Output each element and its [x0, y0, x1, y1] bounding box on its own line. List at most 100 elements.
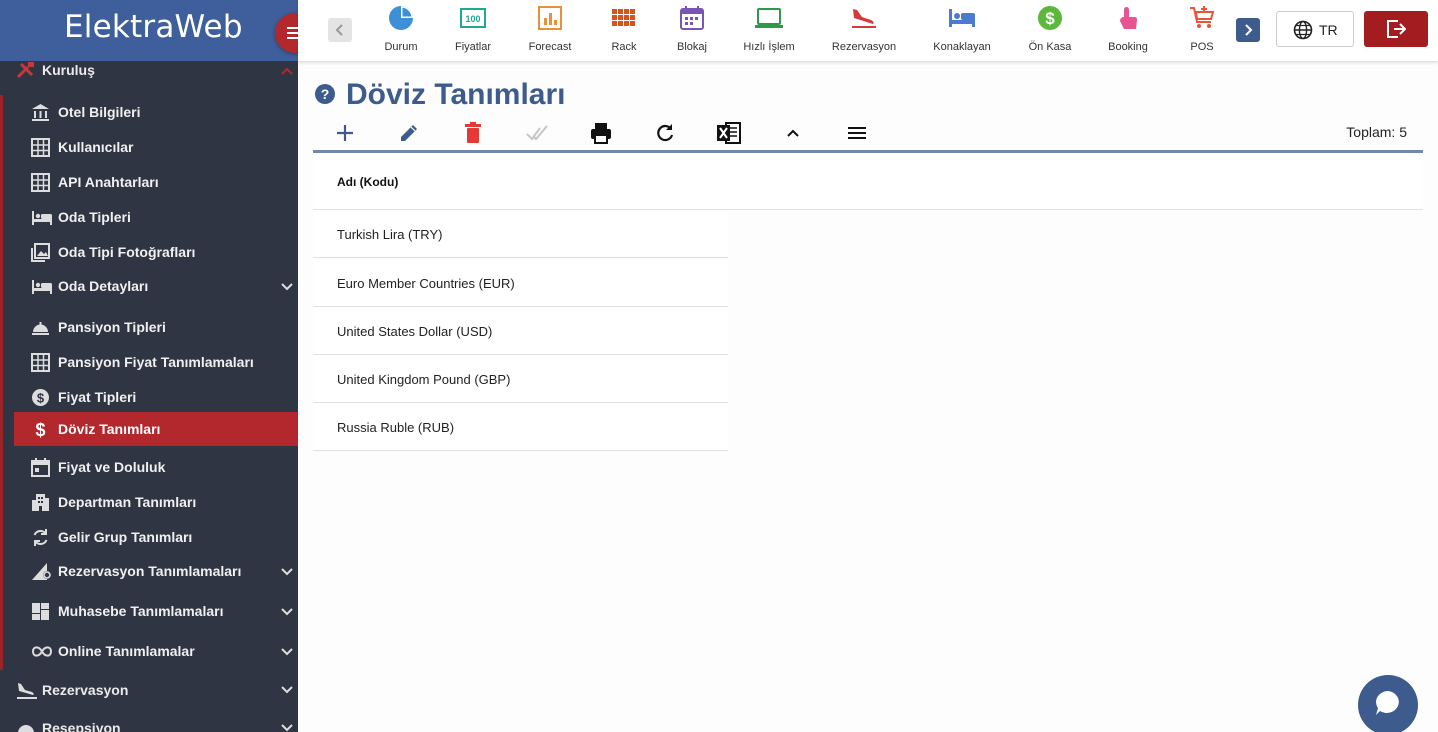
chevron-down-icon: [281, 648, 293, 656]
svg-text:100: 100: [465, 14, 480, 24]
sidebar-submenu-kurulus: Otel Bilgileri Kullanıcılar API Anahtarl…: [0, 95, 298, 670]
chat-button[interactable]: [1358, 675, 1418, 732]
table-row[interactable]: Euro Member Countries (EUR): [313, 259, 728, 307]
price-tag-icon: 100: [460, 8, 486, 28]
language-button[interactable]: TR: [1276, 11, 1354, 47]
table-row[interactable]: Russia Ruble (RUB): [313, 403, 728, 451]
edit-icon[interactable]: [396, 120, 422, 146]
tools-icon: [16, 62, 34, 79]
sidebar-section-resepsiyon[interactable]: Resepsiyon: [0, 709, 298, 732]
sidebar-item-fiyat-tipleri[interactable]: $ Fiyat Tipleri: [3, 380, 298, 414]
pie-chart-icon: [389, 6, 413, 30]
table-icon: [31, 173, 50, 192]
chevron-down-icon: [281, 568, 293, 576]
table-row[interactable]: United States Dollar (USD): [313, 307, 728, 355]
column-header-name[interactable]: Adı (Kodu): [337, 175, 398, 189]
help-icon[interactable]: ?: [314, 83, 336, 105]
menu-icon[interactable]: [844, 120, 870, 146]
collapse-icon[interactable]: [780, 120, 806, 146]
sidebar-item-gelir-grup-tanimlari[interactable]: Gelir Grup Tanımları: [3, 520, 298, 554]
plane-landing-icon: [17, 683, 37, 699]
total-count: Toplam: 5: [1346, 124, 1407, 140]
sidebar-item-api-anahtarlari[interactable]: API Anahtarları: [3, 165, 298, 199]
calendar-icon: [680, 6, 704, 30]
sidebar-item-oda-detaylari[interactable]: Oda Detayları: [3, 269, 298, 303]
bank-icon: [32, 104, 49, 121]
nav-durum[interactable]: Durum: [376, 0, 426, 61]
add-icon[interactable]: [332, 120, 358, 146]
table-cell: Russia Ruble (RUB): [337, 420, 455, 435]
dollar-coin-icon: $: [1038, 6, 1062, 30]
table-row[interactable]: United Kingdom Pound (GBP): [313, 355, 728, 403]
sidebar-item-pansiyon-fiyat-tanimlamalari[interactable]: Pansiyon Fiyat Tanımlamaları: [3, 345, 298, 379]
nav-konaklayan[interactable]: Konaklayan: [926, 0, 998, 61]
sidebar-item-oda-tipleri[interactable]: Oda Tipleri: [3, 200, 298, 234]
sidebar-section-kurulus[interactable]: Kuruluş: [0, 61, 298, 89]
grid-header: Adı (Kodu): [313, 153, 1423, 210]
svg-text:$: $: [1045, 9, 1055, 28]
bar-chart-icon: [538, 6, 562, 30]
table-cell: Euro Member Countries (EUR): [337, 276, 515, 291]
chevron-down-icon: [281, 283, 293, 291]
touch-icon: [1120, 7, 1137, 29]
table-row[interactable]: Turkish Lira (TRY): [313, 210, 728, 258]
nav-booking[interactable]: Booking: [1100, 0, 1156, 61]
sidebar-item-departman-tanimlari[interactable]: Departman Tanımları: [3, 485, 298, 519]
settings-chart-icon: [32, 563, 51, 580]
chevron-left-icon: [335, 24, 343, 36]
nav-hizli-islem[interactable]: Hızlı İşlem: [736, 0, 802, 61]
table-icon: [31, 353, 50, 372]
chevron-right-icon: [1245, 24, 1253, 36]
calendar-icon: [31, 458, 50, 477]
dollar-icon: $: [35, 420, 45, 439]
logout-button[interactable]: [1364, 11, 1428, 47]
table-cell: United Kingdom Pound (GBP): [337, 372, 511, 387]
chevron-up-icon: [281, 67, 293, 75]
nav-fiyatlar[interactable]: 100 Fiyatlar: [446, 0, 500, 61]
dollar-circle-icon: $: [32, 389, 49, 406]
svg-text:?: ?: [321, 86, 330, 102]
refresh-icon[interactable]: [652, 120, 678, 146]
bed-icon: [949, 9, 975, 27]
sync-icon: [33, 529, 48, 546]
nav-pos[interactable]: POS: [1178, 0, 1226, 61]
sidebar-item-oda-tipi-fotograflari[interactable]: Oda Tipi Fotoğrafları: [3, 235, 298, 269]
chat-bubble-icon: [1376, 691, 1399, 715]
chevron-down-icon: [281, 608, 293, 616]
table-cell: Turkish Lira (TRY): [337, 227, 443, 242]
excel-icon[interactable]: [716, 120, 742, 146]
chevron-down-icon: [281, 724, 293, 732]
sidebar-item-muhasebe-tanimlamalari[interactable]: Muhasebe Tanımlamaları: [3, 594, 298, 628]
nav-blokaj[interactable]: Blokaj: [668, 0, 716, 61]
sidebar-item-rezervasyon-tanimlamalari[interactable]: Rezervasyon Tanımlamaları: [3, 554, 298, 588]
sidebar-item-online-tanimlamalar[interactable]: Online Tanımlamalar: [3, 634, 298, 668]
plane-landing-icon: [852, 9, 876, 28]
bell-icon: [18, 725, 34, 732]
nav-forecast[interactable]: Forecast: [520, 0, 580, 61]
chevron-down-icon: [281, 686, 293, 694]
sidebar-item-fiyat-ve-doluluk[interactable]: Fiyat ve Doluluk: [3, 450, 298, 484]
nav-scroll-right-button[interactable]: [1236, 18, 1260, 42]
dashboard-icon: [32, 603, 49, 620]
sidebar-item-doviz-tanimlari[interactable]: $ Döviz Tanımları: [14, 412, 298, 446]
logo-bar: ElektraWeb: [0, 0, 298, 61]
language-label: TR: [1319, 22, 1338, 38]
infinity-icon: [31, 646, 53, 657]
sidebar-section-rezervasyon[interactable]: Rezervasyon: [0, 671, 298, 709]
sidebar-item-otel-bilgileri[interactable]: Otel Bilgileri: [3, 95, 298, 129]
check-icon[interactable]: [524, 120, 550, 146]
table-cell: United States Dollar (USD): [337, 324, 493, 339]
nav-scroll-left-button[interactable]: [328, 18, 352, 42]
print-icon[interactable]: [588, 120, 614, 146]
sidebar-item-pansiyon-tipleri[interactable]: Pansiyon Tipleri: [3, 310, 298, 344]
logout-icon: [1387, 20, 1406, 38]
app-logo[interactable]: ElektraWeb: [64, 9, 243, 45]
sidebar: Kuruluş Otel Bilgileri Kullanıcılar API …: [0, 61, 298, 732]
nav-rezervasyon[interactable]: Rezervasyon: [824, 0, 904, 61]
delete-icon[interactable]: [460, 120, 486, 146]
cart-icon: [1190, 6, 1215, 28]
nav-on-kasa[interactable]: $ Ön Kasa: [1020, 0, 1080, 61]
page-title: Döviz Tanımları: [346, 78, 566, 111]
sidebar-item-kullanicilar[interactable]: Kullanıcılar: [3, 130, 298, 164]
nav-rack[interactable]: Rack: [600, 0, 648, 61]
